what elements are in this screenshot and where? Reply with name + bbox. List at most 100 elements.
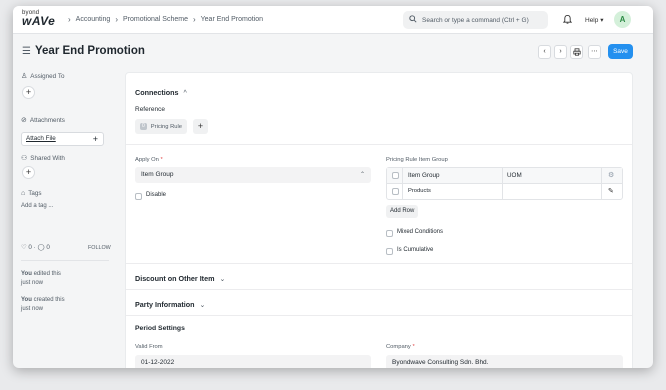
is-cumulative-label: Is Cumulative (397, 247, 434, 253)
page-header: ☰ Year End Promotion ‹ › ⋯ Save (13, 34, 653, 70)
print-button[interactable] (570, 45, 583, 59)
is-cumulative-checkbox[interactable] (386, 248, 393, 255)
comment-icon[interactable]: ◯ (38, 244, 45, 251)
add-assignee-button[interactable]: + (22, 86, 35, 99)
add-row-button[interactable]: Add Row (386, 205, 419, 218)
column-divider (502, 168, 503, 199)
activity-action: edited this (33, 271, 61, 277)
search-icon (409, 15, 417, 25)
chevron-right-icon: › (115, 15, 118, 24)
help-dropdown[interactable]: Help ▾ (585, 16, 603, 24)
pricing-rule-label: Pricing Rule (150, 123, 183, 130)
activity-time: just now (21, 306, 44, 312)
heart-icon[interactable]: ♡ (21, 244, 27, 251)
breadcrumb-current[interactable]: Year End Promotion (201, 16, 263, 23)
attach-file-label: Attach File (26, 135, 56, 142)
chevron-right-icon: › (192, 15, 196, 24)
edit-pencil-icon[interactable]: ✎ (608, 187, 614, 195)
app-window: byond wAVe › Accounting › Promotional Sc… (13, 6, 653, 368)
row-item-group[interactable]: Products (408, 188, 431, 194)
logo-main-text: wAVe (22, 14, 56, 28)
discount-section-title: Discount on Other Item (135, 274, 215, 283)
apply-on-select[interactable]: Item Group ⌃ (135, 167, 371, 183)
likes-comments: ♡ 0 · ◯ 0 (21, 244, 50, 251)
period-settings-title: Period Settings (135, 325, 185, 332)
more-actions-button[interactable]: ⋯ (588, 45, 601, 59)
add-tag-link[interactable]: Add a tag ... (21, 203, 53, 209)
breadcrumb-promotional-scheme[interactable]: Promotional Scheme (123, 16, 188, 23)
tags-label: Tags (28, 190, 42, 197)
apply-on-label-text: Apply On (135, 157, 159, 163)
col-item-group: Item Group (408, 172, 440, 179)
pricing-rule-link[interactable]: 0 Pricing Rule (135, 119, 188, 134)
apply-on-value: Item Group (141, 171, 174, 178)
comments-count: 0 (46, 244, 50, 251)
section-divider (126, 315, 632, 316)
navbar: byond wAVe › Accounting › Promotional Sc… (13, 6, 653, 34)
attachments-heading: ⊘ Attachments (21, 116, 65, 124)
tag-icon: ⌂ (21, 190, 26, 197)
tags-heading: ⌂ Tags (21, 190, 42, 197)
assigned-to-label: Assigned To (30, 73, 65, 80)
activity-action: created this (33, 297, 65, 303)
table-row[interactable]: Products ✎ (387, 184, 622, 200)
next-doc-button[interactable]: › (554, 45, 567, 59)
company-field[interactable]: Byondwave Consulting Sdn. Bhd. (386, 355, 623, 368)
activity-actor: You (21, 271, 32, 277)
select-all-checkbox[interactable] (392, 172, 399, 179)
apply-on-label: Apply On * (135, 157, 163, 163)
mixed-conditions-label: Mixed Conditions (397, 229, 444, 235)
page-title: Year End Promotion (35, 45, 145, 57)
breadcrumb: › Accounting › Promotional Scheme › Year… (63, 15, 263, 24)
required-mark: * (160, 157, 163, 163)
search-placeholder: Search or type a command (Ctrl + G) (422, 16, 529, 24)
users-icon: ⚇ (21, 155, 28, 162)
party-section-toggle[interactable]: Party Information ⌄ (135, 300, 205, 309)
previous-doc-button[interactable]: ‹ (538, 45, 551, 59)
table-header-row: Item Group UOM ⚙ (387, 168, 622, 184)
item-group-table-label: Pricing Rule Item Group (386, 157, 448, 163)
settings-gear-icon[interactable]: ⚙ (608, 171, 614, 179)
party-section-title: Party Information (135, 300, 195, 309)
plus-icon: + (92, 134, 98, 144)
activity-item: You created this (21, 297, 65, 303)
disable-checkbox[interactable] (135, 193, 142, 200)
valid-from-field[interactable]: 01-12-2022 (135, 355, 371, 368)
save-button[interactable]: Save (608, 44, 633, 59)
connections-title: Connections (135, 88, 179, 97)
form-main: Connections ^ Reference 0 Pricing Rule + … (125, 72, 633, 368)
breadcrumb-accounting[interactable]: Accounting (76, 16, 111, 23)
discount-section-toggle[interactable]: Discount on Other Item ⌄ (135, 274, 225, 283)
item-group-table: Item Group UOM ⚙ Products ✎ (386, 167, 623, 200)
activity-item: You edited this (21, 271, 61, 277)
row-checkbox[interactable] (392, 188, 399, 195)
avatar[interactable]: A (614, 11, 631, 28)
connections-section-toggle[interactable]: Connections ^ (135, 88, 187, 97)
shared-with-label: Shared With (30, 155, 65, 162)
chevron-down-icon: ⌄ (199, 302, 206, 309)
search-bar[interactable]: Search or type a command (Ctrl + G) (403, 11, 548, 29)
chevron-down-icon: ▾ (600, 17, 604, 24)
sidebar-divider (21, 260, 109, 261)
valid-from-label: Valid From (135, 344, 163, 350)
activity-actor: You (21, 297, 32, 303)
user-icon: ♙ (21, 73, 28, 80)
app-logo[interactable]: byond wAVe (22, 10, 58, 30)
sidebar-toggle-icon[interactable]: ☰ (22, 46, 31, 57)
column-divider (402, 168, 403, 199)
notification-bell-icon[interactable] (562, 14, 573, 26)
count-badge: 0 (140, 123, 147, 130)
add-share-button[interactable]: + (22, 166, 35, 179)
col-uom: UOM (507, 172, 522, 179)
attach-file-button[interactable]: Attach File + (21, 132, 104, 146)
section-divider (126, 144, 632, 145)
paperclip-icon: ⊘ (21, 117, 27, 124)
help-label: Help (585, 17, 599, 24)
add-pricing-rule-button[interactable]: + (193, 119, 208, 134)
follow-button[interactable]: FOLLOW (88, 245, 111, 251)
company-label-text: Company (386, 344, 411, 350)
chevron-right-icon: › (68, 15, 71, 24)
assigned-to-heading: ♙ Assigned To (21, 72, 64, 80)
mixed-conditions-checkbox[interactable] (386, 230, 393, 237)
company-label: Company * (386, 344, 415, 350)
